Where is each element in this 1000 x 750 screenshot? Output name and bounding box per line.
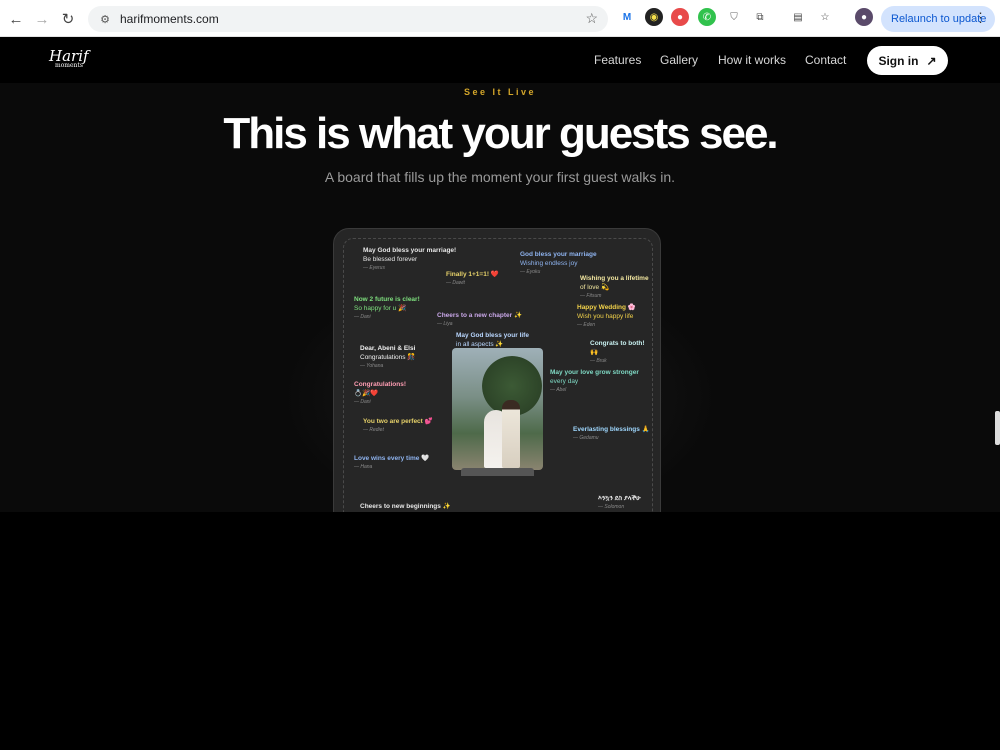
message-line1: Congrats to both! <box>590 340 645 347</box>
message-author: — Dani <box>354 314 371 320</box>
board-message: Cheers to a new chapter ✨ — Liya <box>437 311 522 328</box>
address-bar[interactable]: ⚙ harifmoments.com ☆ <box>88 6 608 32</box>
eyebrow-text: See It Live <box>463 87 537 97</box>
reload-icon[interactable]: ↻ <box>55 6 81 32</box>
message-line2: 🙌 <box>590 349 599 356</box>
board-message: Dear, Abeni & Elsi Congratulations 🎊 — Yoh… <box>360 344 415 370</box>
message-line2: Be blessed forever <box>363 256 418 263</box>
page-subtitle: A board that fills up the moment your fi… <box>324 169 676 185</box>
board-message: Happy Wedding 🌸 Wish you happy life — Eden <box>577 303 636 329</box>
site-header: Harif moments Features Gallery How it wo… <box>0 37 1000 83</box>
message-author: — Solomon <box>598 504 625 510</box>
profile-avatar[interactable]: ● <box>855 8 873 26</box>
browser-toolbar: ← → ↻ ⚙ harifmoments.com ☆ M ◉ ● ✆ ⛉ ⧉ ▤… <box>0 0 1000 37</box>
message-line1: May God bless your life <box>456 332 529 339</box>
message-author: — Gedamu <box>573 435 599 441</box>
message-line2: in all aspects ✨ <box>456 341 504 348</box>
sign-in-label: Sign in <box>878 53 919 68</box>
board-message: Everlasting blessings 🙏 — Gedamu <box>573 425 650 442</box>
site-logo[interactable]: Harif moments <box>49 49 89 69</box>
board-message: May your love grow stronger every day — Ab… <box>550 368 639 394</box>
message-author: — Hana <box>354 464 373 470</box>
message-author: — Eyerus <box>363 265 385 271</box>
message-line1: May your love grow stronger <box>550 369 639 376</box>
message-line2: 💍🎉❤️ <box>354 390 379 397</box>
extensions-puzzle-icon[interactable]: ⧉ <box>751 8 769 26</box>
sign-in-button[interactable]: Sign in ↗ <box>867 46 948 75</box>
nav-contact[interactable]: Contact <box>805 53 846 67</box>
extension-circle-icon[interactable]: ◉ <box>645 8 663 26</box>
board-message: እንኳን ደስ ያላችሁ — Solomon <box>598 494 641 511</box>
message-author: — Rediet <box>363 427 384 433</box>
message-line1: Finally 1+1=1! ❤️ <box>446 271 499 278</box>
message-line1: Wishing you a lifetime <box>580 275 649 282</box>
message-author: — Eden <box>577 322 596 328</box>
scrollbar-thumb[interactable] <box>995 411 1000 445</box>
extension-whatsapp-icon[interactable]: ✆ <box>698 8 716 26</box>
message-author: — Dawit <box>446 280 465 286</box>
message-line2: every day <box>550 378 579 385</box>
couple-photo <box>452 348 543 470</box>
message-author: — Yohana <box>360 363 384 369</box>
board-message: Wishing you a lifetime of love 💫 — Fitsum <box>580 274 649 300</box>
message-line1: Now 2 future is clear! <box>354 296 420 303</box>
url-text: harifmoments.com <box>120 12 219 26</box>
message-author: — Dani <box>354 399 371 405</box>
message-author: — Liya <box>437 321 453 327</box>
reading-mode-icon[interactable]: ▤ <box>789 8 807 26</box>
message-line1: Cheers to a new chapter ✨ <box>437 312 523 319</box>
board-message: Congratulations! 💍🎉❤️ — Dani <box>354 380 406 406</box>
menu-dots-icon[interactable]: ⋮ <box>974 10 987 26</box>
board-message: May God bless your marriage! Be blessed f… <box>363 246 456 272</box>
message-line1: Everlasting blessings 🙏 <box>573 426 650 433</box>
message-line2: of love 💫 <box>580 284 610 291</box>
message-line1: You two are perfect 💕 <box>363 418 433 425</box>
bookmark-star-icon[interactable]: ☆ <box>585 10 598 27</box>
message-line2: Congratulations 🎊 <box>360 354 416 361</box>
message-line1: May God bless your marriage! <box>363 247 457 254</box>
message-line1: እንኳን ደስ ያላችሁ <box>598 495 641 502</box>
extension-pocket-icon[interactable]: ● <box>671 8 689 26</box>
bookmarks-icon[interactable]: ☆ <box>816 8 834 26</box>
message-author: — Abel <box>550 387 567 393</box>
message-line2: Wish you happy life <box>577 313 634 320</box>
message-author: — Fitsum <box>580 293 602 299</box>
extension-m-icon[interactable]: M <box>618 8 636 26</box>
message-line1: Love wins every time 🤍 <box>354 455 430 462</box>
message-author: — Bruk <box>590 358 607 364</box>
board-message: You two are perfect 💕 — Rediet <box>363 417 433 434</box>
relaunch-button[interactable]: Relaunch to update ⋮ <box>881 6 995 32</box>
board-message: Cheers to new beginnings ✨ <box>360 502 451 511</box>
message-line1: Congratulations! <box>354 381 406 388</box>
arrow-up-right-icon: ↗ <box>926 53 937 68</box>
board-message: Now 2 future is clear! So happy for u 🎉 — … <box>354 295 420 321</box>
nav-how-it-works[interactable]: How it works <box>718 53 786 67</box>
message-line1: God bless your marriage <box>520 251 597 258</box>
photo-caption-tab <box>461 468 534 476</box>
site-settings-icon[interactable]: ⚙ <box>94 13 116 26</box>
message-line1: Happy Wedding 🌸 <box>577 304 636 311</box>
nav-gallery[interactable]: Gallery <box>660 53 698 67</box>
message-line2: So happy for u 🎉 <box>354 305 407 312</box>
back-icon[interactable]: ← <box>3 6 29 32</box>
message-line2: Wishing endless joy <box>520 260 578 267</box>
board-message: Congrats to both! 🙌 — Bruk <box>590 339 645 365</box>
message-line1: Dear, Abeni & Elsi <box>360 345 416 352</box>
forward-icon[interactable]: → <box>29 6 55 32</box>
nav-features[interactable]: Features <box>594 53 641 67</box>
message-line1: Cheers to new beginnings ✨ <box>360 503 451 510</box>
board-message: God bless your marriage Wishing endless j… <box>520 250 597 276</box>
relaunch-label: Relaunch to update <box>891 13 987 25</box>
page-title: This is what your guests see. <box>223 109 778 158</box>
board-message: Love wins every time 🤍 — Hana <box>354 454 429 471</box>
blank-area <box>0 512 1000 750</box>
board-message: Finally 1+1=1! ❤️ — Dawit <box>446 270 499 287</box>
extension-shield-icon[interactable]: ⛉ <box>725 8 743 26</box>
photo-groom <box>502 400 520 468</box>
